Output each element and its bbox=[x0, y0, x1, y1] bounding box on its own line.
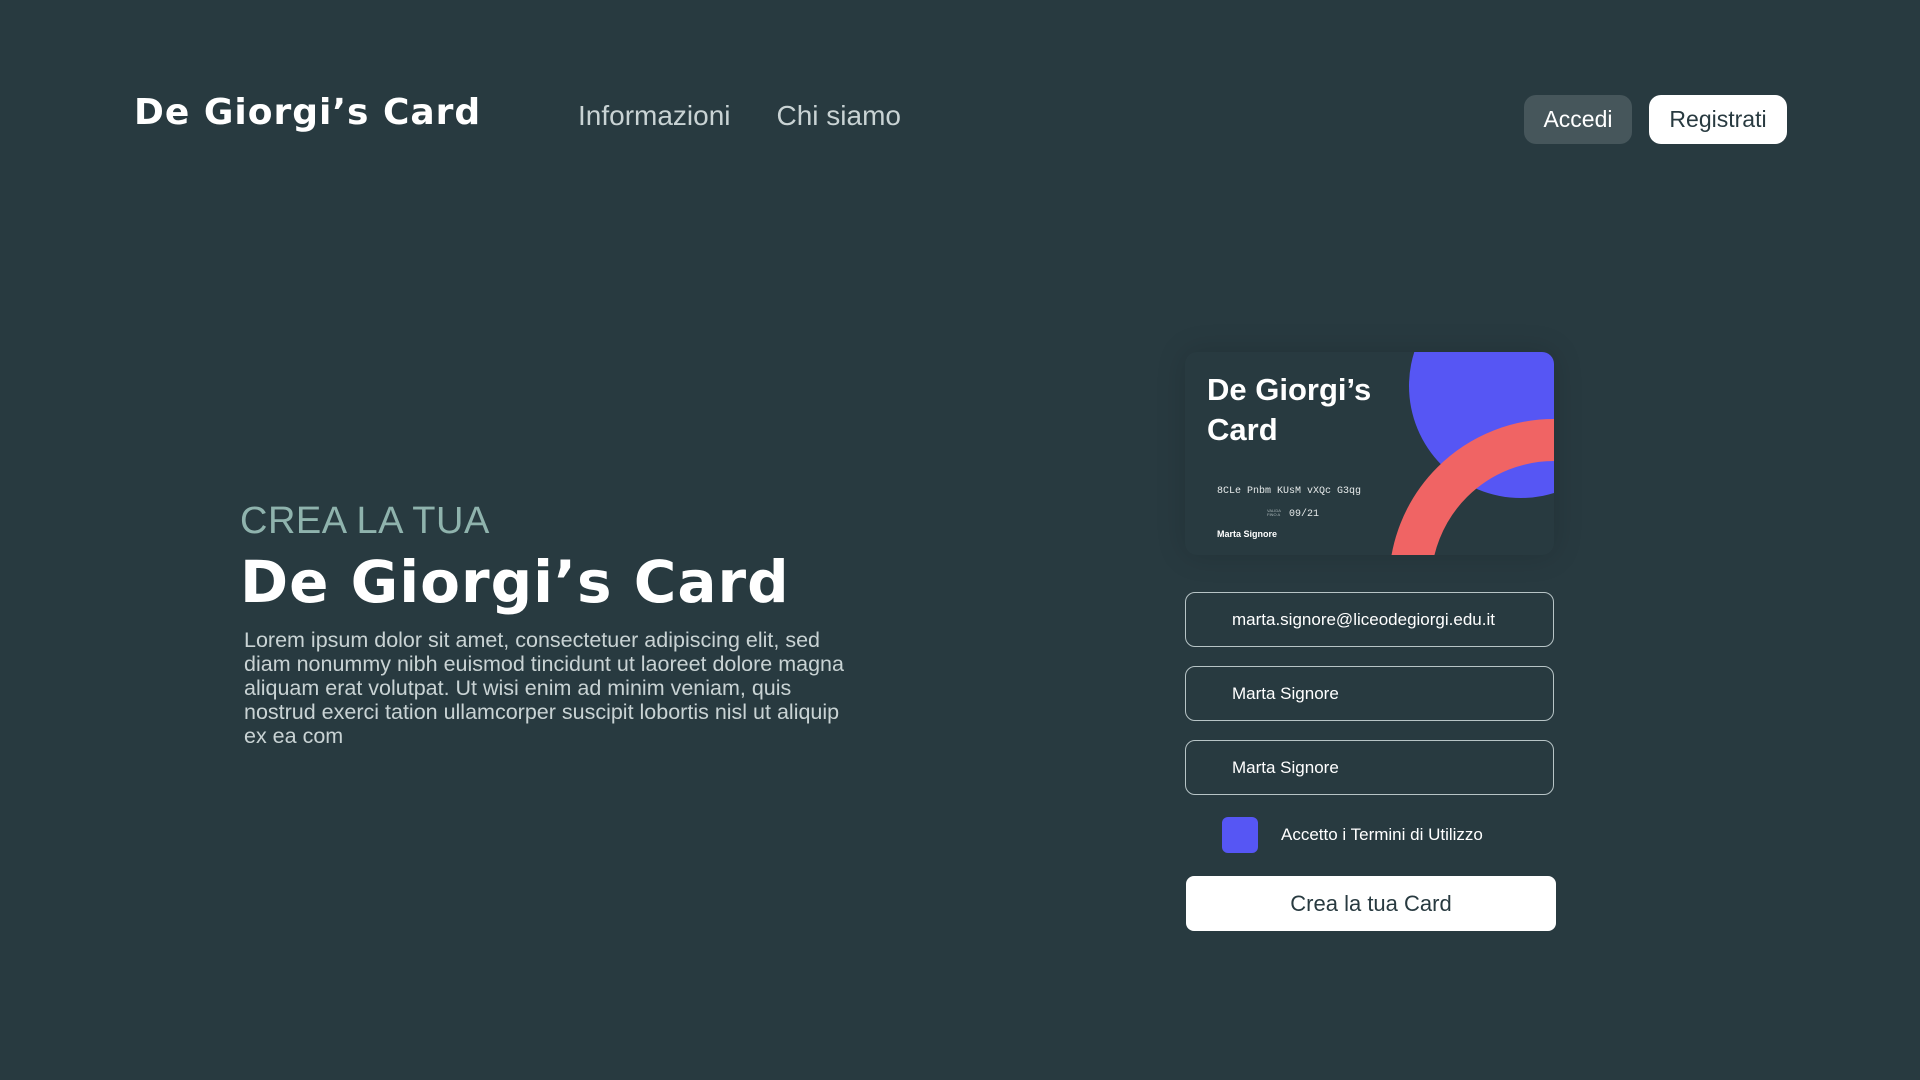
hero-description: Lorem ipsum dolor sit amet, consectetuer… bbox=[244, 628, 844, 748]
nav-link-informazioni[interactable]: Informazioni bbox=[578, 100, 731, 132]
create-card-button[interactable]: Crea la tua Card bbox=[1186, 876, 1556, 931]
card-expiry: 09/21 bbox=[1289, 509, 1320, 520]
main-nav: Informazioni Chi siamo bbox=[578, 100, 901, 132]
login-button[interactable]: Accedi bbox=[1524, 95, 1632, 144]
name-field[interactable] bbox=[1185, 666, 1554, 721]
red-arc-shape bbox=[1391, 419, 1554, 555]
site-logo[interactable]: De Giorgi’s Card bbox=[134, 92, 481, 133]
register-button[interactable]: Registrati bbox=[1649, 95, 1787, 144]
card-number: 8CLe Pnbm KUsM vXQc G3qg bbox=[1217, 486, 1362, 497]
card-preview: De Giorgi’s Card 8CLe Pnbm KUsM vXQc G3q… bbox=[1185, 352, 1554, 555]
email-field[interactable] bbox=[1185, 592, 1554, 647]
surname-field[interactable] bbox=[1185, 740, 1554, 795]
page: De Giorgi’s Card Informazioni Chi siamo … bbox=[0, 0, 1920, 1080]
terms-row[interactable]: Accetto i Termini di Utilizzo bbox=[1222, 817, 1483, 853]
hero-kicker: CREA LA TUA bbox=[240, 500, 490, 542]
terms-label: Accetto i Termini di Utilizzo bbox=[1281, 825, 1483, 844]
card-holder-name: Marta Signore bbox=[1217, 529, 1278, 539]
card-title: De Giorgi’s Card bbox=[1207, 372, 1372, 447]
hero-title: De Giorgi’s Card bbox=[240, 548, 790, 616]
nav-link-chi-siamo[interactable]: Chi siamo bbox=[777, 100, 901, 132]
card-valid-label: VALIDA FINO A bbox=[1267, 508, 1281, 517]
terms-checkbox[interactable] bbox=[1222, 817, 1258, 853]
